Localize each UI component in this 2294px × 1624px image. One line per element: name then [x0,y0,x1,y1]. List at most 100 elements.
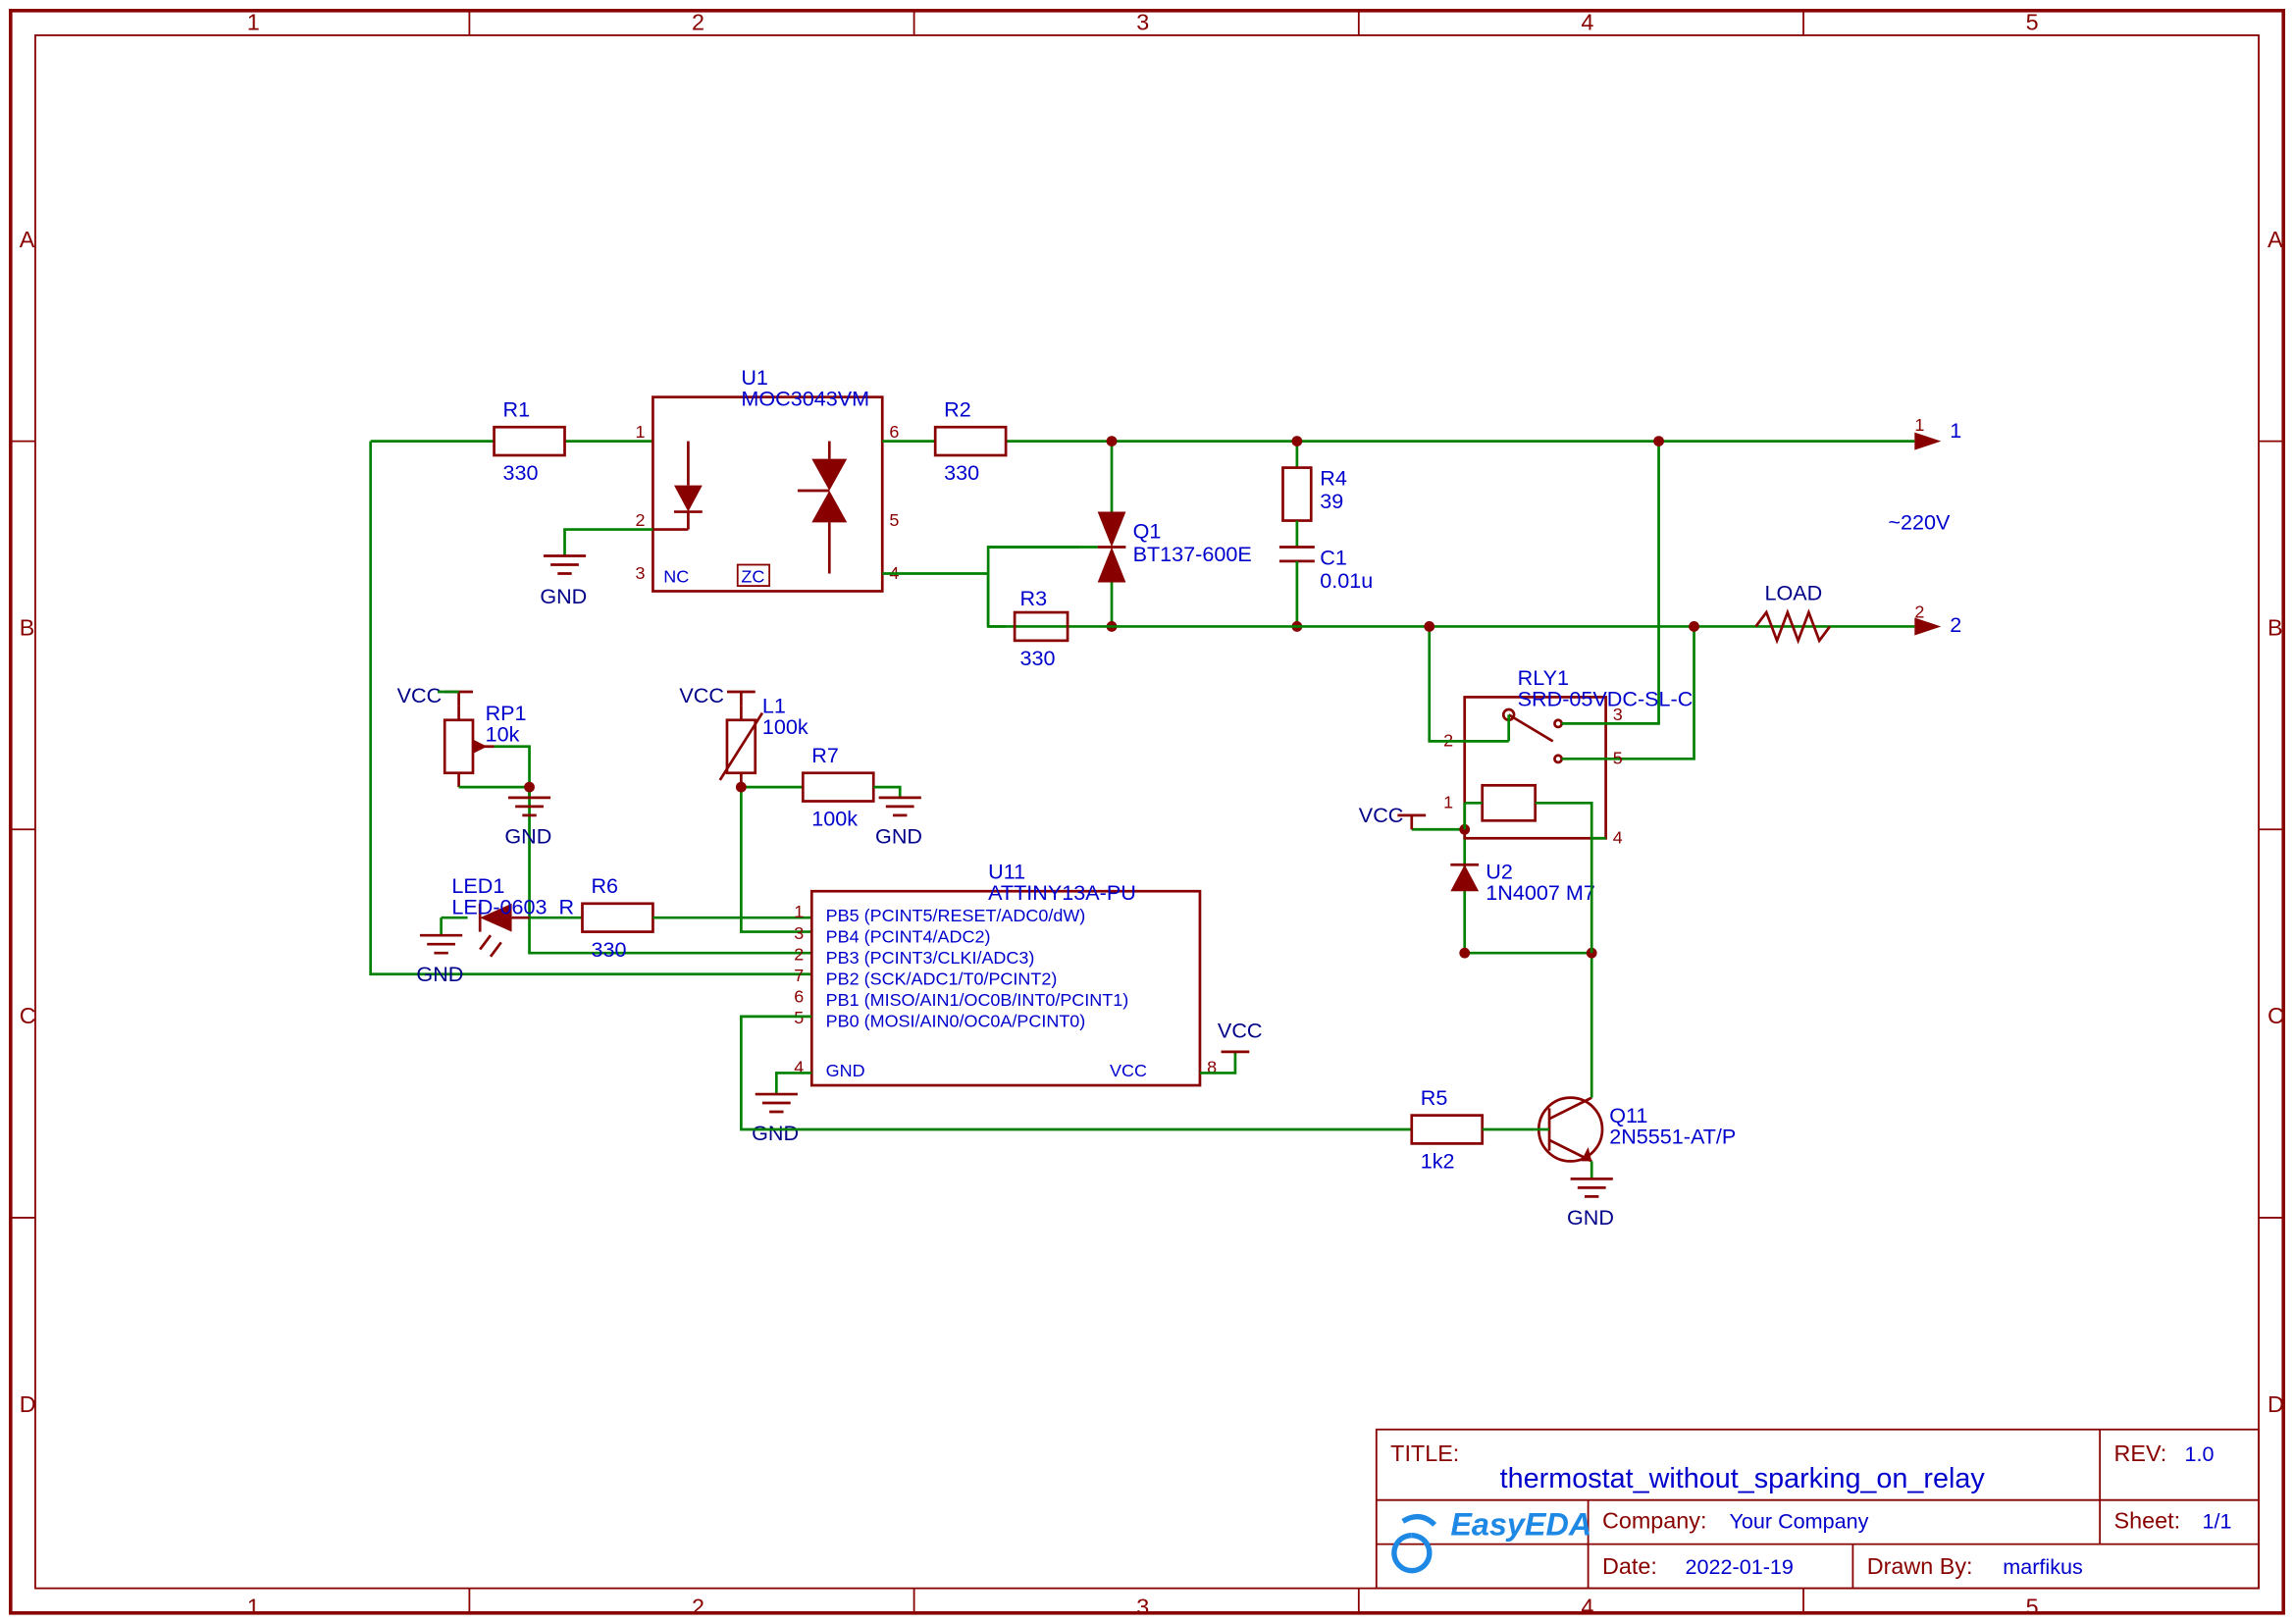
svg-text:GND: GND [826,1061,865,1080]
svg-text:100k: 100k [762,714,808,739]
svg-text:Date:: Date: [1602,1553,1657,1579]
svg-text:3: 3 [1613,705,1623,724]
svg-text:LOAD: LOAD [1764,580,1822,604]
schematic-sheet: 1 2 3 4 5 1 2 3 4 5 A B C D A B C D [0,0,2294,1624]
svg-text:2: 2 [1950,612,1961,637]
svg-text:Q1: Q1 [1133,519,1162,544]
svg-text:R3: R3 [1020,586,1048,610]
svg-text:PB0 (MOSI/AIN0/OC0A/PCINT0): PB0 (MOSI/AIN0/OC0A/PCINT0) [826,1012,1086,1031]
svg-text:GND: GND [416,962,463,986]
svg-text:GND: GND [540,584,587,608]
svg-text:GND: GND [752,1121,799,1145]
q1-triac: Q1 BT137-600E [1080,442,1252,627]
q11-npn: Q11 2N5551-AT/P [1538,1098,1736,1162]
svg-text:2: 2 [692,1595,704,1620]
svg-text:~220V: ~220V [1888,510,1951,535]
svg-text:R4: R4 [1320,466,1347,491]
svg-text:1/1: 1/1 [2202,1508,2231,1533]
svg-text:3: 3 [1136,10,1149,35]
svg-text:PB1 (MISO/AIN1/OC0B/INT0/PCINT: PB1 (MISO/AIN1/OC0B/INT0/PCINT1) [826,990,1129,1010]
svg-text:PB2 (SCK/ADC1/T0/PCINT2): PB2 (SCK/ADC1/T0/PCINT2) [826,969,1058,989]
svg-text:ZC: ZC [741,566,764,586]
svg-text:1.0: 1.0 [2184,1441,2214,1466]
svg-text:R2: R2 [944,396,971,421]
svg-text:6: 6 [794,987,804,1007]
svg-text:5: 5 [2026,1595,2039,1620]
svg-text:REV:: REV: [2114,1441,2167,1466]
svg-text:330: 330 [944,460,979,485]
svg-text:thermostat_without_sparking_on: thermostat_without_sparking_on_relay [1500,1463,1986,1494]
svg-text:1k2: 1k2 [1421,1149,1455,1174]
svg-text:330: 330 [1020,646,1056,670]
svg-text:C: C [2268,1003,2284,1028]
svg-text:BT137-600E: BT137-600E [1133,542,1252,566]
schematic-wires: U1 MOC3043VM 1 2 3 NC 6 5 4 ZC GND [371,365,1962,1230]
svg-text:PB5 (PCINT5/RESET/ADC0/dW): PB5 (PCINT5/RESET/ADC0/dW) [826,906,1086,925]
svg-text:39: 39 [1320,489,1343,513]
svg-text:Company:: Company: [1602,1507,1706,1533]
svg-text:5: 5 [2026,10,2039,35]
svg-text:0.01u: 0.01u [1320,568,1373,593]
svg-text:Your Company: Your Company [1729,1508,1868,1533]
svg-text:R5: R5 [1421,1085,1448,1110]
svg-text:VCC: VCC [1218,1018,1263,1042]
svg-text:100k: 100k [811,807,858,831]
l1-thermistor: L1 100k [720,694,808,788]
svg-text:D: D [20,1391,36,1417]
svg-text:1: 1 [635,422,645,442]
svg-text:PB3 (PCINT3/CLKI/ADC3): PB3 (PCINT3/CLKI/ADC3) [826,948,1035,968]
svg-text:GND: GND [1567,1205,1614,1230]
easyeda-logo-text: EasyEDA [1450,1507,1591,1543]
svg-text:VCC: VCC [397,683,443,707]
svg-text:2: 2 [635,510,645,530]
svg-text:1: 1 [247,1595,260,1620]
svg-text:1N4007 M7: 1N4007 M7 [1486,880,1595,905]
gnd-symbol [544,556,586,574]
rp1: RP1 10k [444,701,526,787]
svg-text:C: C [20,1003,36,1028]
svg-text:5: 5 [1613,749,1623,768]
svg-text:MOC3043VM: MOC3043VM [741,387,869,411]
svg-text:Sheet:: Sheet: [2114,1507,2181,1533]
svg-text:D: D [2268,1391,2284,1417]
svg-text:2: 2 [692,10,704,35]
svg-text:GND: GND [504,824,551,849]
svg-text:2: 2 [794,944,804,964]
svg-text:Drawn By:: Drawn By: [1867,1553,1973,1579]
svg-text:4: 4 [1581,1595,1593,1620]
svg-text:SRD-05VDC-SL-C: SRD-05VDC-SL-C [1518,686,1694,710]
svg-text:2: 2 [1914,602,1924,621]
title-block: TITLE: thermostat_without_sparking_on_re… [1377,1430,2259,1589]
frame-ticks [11,11,2283,1613]
svg-text:R7: R7 [811,743,839,767]
svg-text:B: B [20,614,35,640]
svg-text:GND: GND [875,824,922,849]
svg-text:330: 330 [591,937,626,962]
svg-text:3: 3 [1136,1595,1149,1620]
svg-text:PB4 (PCINT4/ADC2): PB4 (PCINT4/ADC2) [826,926,991,946]
svg-text:TITLE:: TITLE: [1390,1441,1459,1466]
svg-text:1: 1 [1914,415,1924,435]
svg-text:10k: 10k [486,721,520,746]
led1: LED1 LED-0603_R [442,873,575,957]
svg-text:1: 1 [1950,418,1961,443]
svg-text:4: 4 [1613,828,1623,848]
svg-text:3: 3 [794,923,804,943]
svg-text:VCC: VCC [1110,1061,1147,1080]
svg-text:3: 3 [635,563,645,583]
svg-text:VCC: VCC [1359,803,1404,827]
svg-text:2022-01-19: 2022-01-19 [1686,1554,1794,1579]
inner-border [35,35,2259,1589]
svg-text:330: 330 [503,460,539,485]
svg-text:A: A [2268,227,2283,252]
svg-text:4: 4 [1581,10,1593,35]
svg-text:6: 6 [889,422,899,442]
svg-text:VCC: VCC [679,683,724,707]
frame-columns: 1 2 3 4 5 1 2 3 4 5 [247,10,2039,1620]
svg-text:NC: NC [663,566,689,586]
svg-text:1: 1 [1443,793,1453,812]
svg-text:C1: C1 [1320,546,1347,570]
outer-border [11,11,2283,1613]
svg-text:1: 1 [247,10,260,35]
svg-text:A: A [20,227,35,252]
